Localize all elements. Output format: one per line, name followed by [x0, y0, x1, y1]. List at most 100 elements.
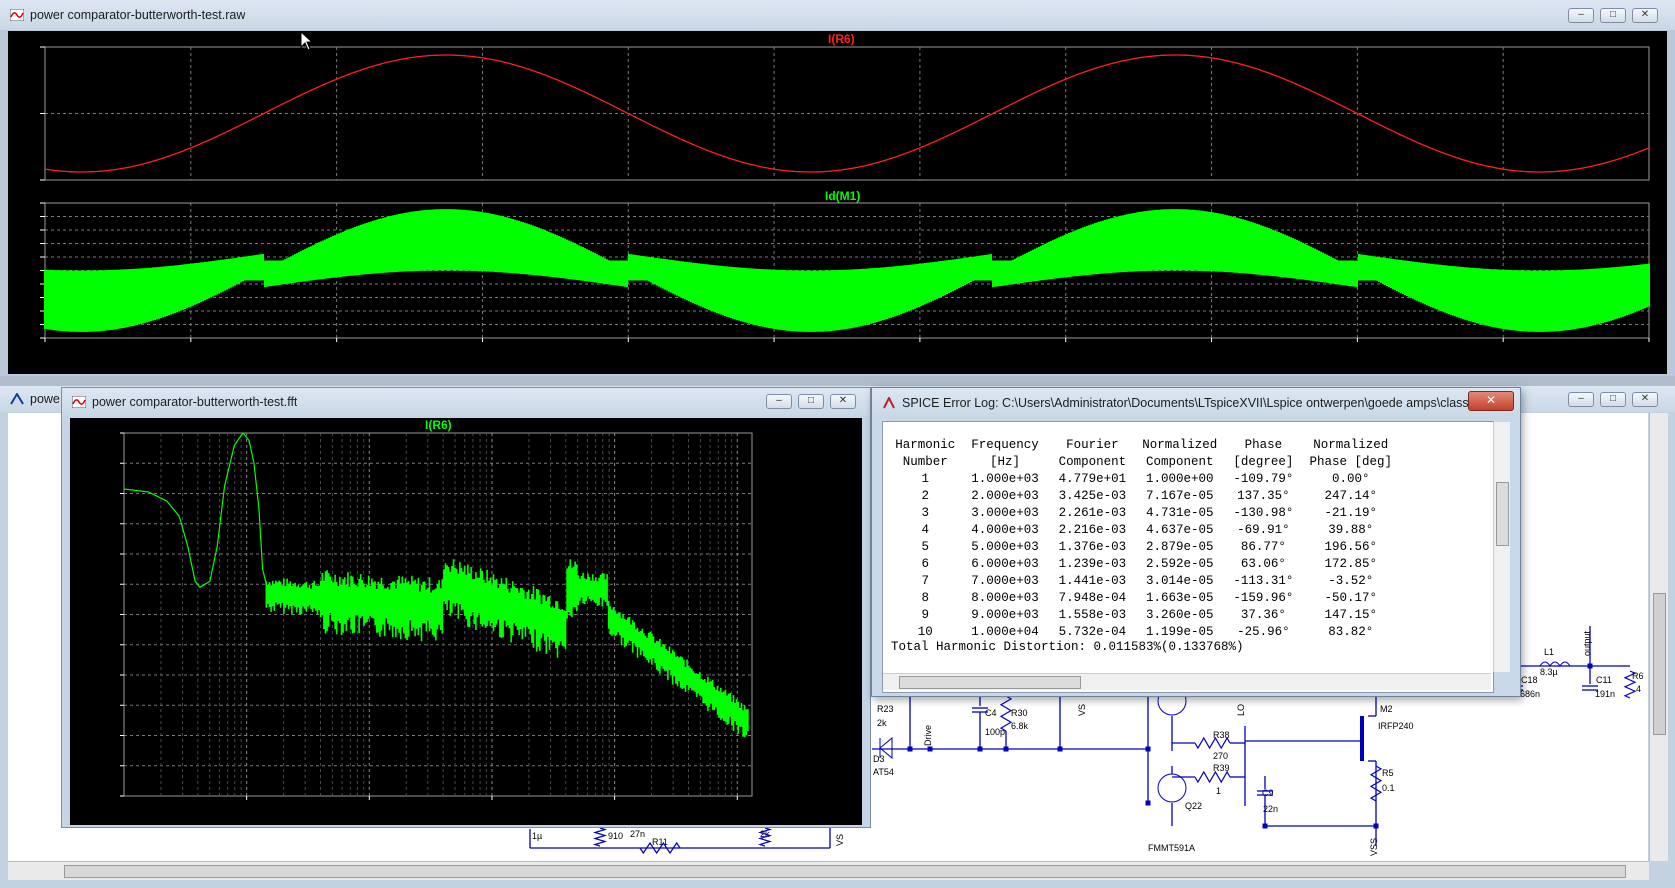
harmonics-header-row-1: Harmonic Frequency Fourier Normalized Phase N…	[891, 436, 1400, 453]
resistor	[999, 695, 1013, 732]
table-cell: [degree]	[1233, 454, 1294, 469]
harmonics-table: Harmonic Frequency Fourier Normalized Phase N…	[891, 436, 1400, 640]
pane1-ytick-label: 1A	[23, 106, 38, 121]
table-cell: 8.000e+03	[971, 590, 1039, 605]
pane2-ytick-label: -9A	[19, 304, 38, 318]
idm1-trace	[44, 209, 1650, 332]
junction	[927, 746, 933, 752]
error-log-vscroll-thumb[interactable]	[1496, 482, 1509, 546]
fft-trace-spectrum	[265, 559, 749, 738]
pane2-ytick-label: -3A	[19, 277, 38, 291]
raw-xtick-label: 4.6ms	[464, 347, 498, 361]
component-label: 4	[1636, 684, 1641, 694]
table-cell: 196.56°	[1324, 539, 1378, 554]
raw-plot-svg[interactable]	[0, 0, 1675, 376]
component-label: 1	[1216, 786, 1221, 796]
component-label: M2	[1380, 704, 1393, 714]
error-log-titlebar[interactable]: SPICE Error Log: C:\Users\Administrator\…	[872, 388, 1520, 418]
fft-xtick-label: 10KHz	[349, 801, 386, 815]
ltspice-logo-icon	[883, 397, 895, 409]
table-cell: 1.239e-03	[1058, 556, 1127, 571]
table-cell: 2	[921, 488, 929, 503]
fft-xtick-label: 10MHz	[717, 801, 756, 815]
table-cell: 3.000e+03	[971, 505, 1039, 520]
table-cell: Frequency	[971, 437, 1039, 452]
error-log-text-area[interactable]: Harmonic Frequency Fourier Normalized Phase N…	[882, 421, 1494, 693]
table-cell: -109.79°	[1233, 471, 1294, 486]
error-log-hscroll[interactable]	[883, 673, 1491, 690]
table-cell: 2.216e-03	[1058, 522, 1127, 537]
table-cell: 2.592e-05	[1146, 556, 1214, 571]
table-cell: 4	[921, 522, 929, 537]
fft-ytick-label: -100dB	[77, 607, 116, 622]
resistor	[592, 827, 608, 847]
error-log-close-button[interactable]: ✕	[1468, 391, 1514, 411]
table-cell: 7.000e+03	[971, 573, 1039, 588]
table-cell: 2.000e+03	[971, 488, 1039, 503]
component-label: D3	[873, 754, 885, 764]
raw-xtick-label: 4.8ms	[610, 347, 643, 361]
component-label: 686n	[1520, 689, 1540, 699]
error-log-hscroll-thumb[interactable]	[899, 676, 1081, 689]
table-cell: Phase	[1244, 437, 1283, 452]
table-cell: 1.663e-05	[1146, 590, 1214, 605]
fft-ytick-label: -120dB	[77, 637, 116, 652]
table-cell: Component	[1146, 454, 1214, 469]
transistor-q22	[1157, 773, 1187, 803]
table-cell: 3.260e-05	[1146, 607, 1214, 622]
raw-xtick-label: 5.0ms	[756, 347, 789, 361]
pane2-ytick-label: -15A	[12, 331, 38, 345]
table-cell: Harmonic	[895, 437, 956, 452]
trace-label-idm1[interactable]: Id(M1)	[825, 189, 860, 203]
junction	[1262, 823, 1268, 829]
fft-window[interactable]: power comparator-butterworth-test.fft – …	[61, 387, 871, 828]
pane2-ytick-label: 0A	[23, 263, 38, 278]
component-label: 270	[1213, 751, 1228, 761]
table-cell: 1.441e-03	[1058, 573, 1127, 588]
component-label: 910	[608, 831, 623, 841]
table-cell: 63.06°	[1240, 556, 1286, 571]
raw-xtick-label: 6.0ms	[1485, 347, 1518, 361]
table-cell: 4.637e-05	[1146, 522, 1214, 537]
table-cell: [Hz]	[989, 454, 1020, 469]
raw-waveform-window[interactable]: power comparator-butterworth-test.raw – …	[0, 0, 1675, 376]
component-label: 6.8k	[1011, 721, 1029, 731]
component-label: VSS	[1369, 838, 1379, 856]
raw-xtick-label: 6.2ms	[1614, 347, 1647, 361]
table-cell: Normalized	[1142, 437, 1218, 452]
component-label: R6	[1632, 671, 1644, 681]
fft-trace-lowfreq	[123, 432, 267, 589]
component-label: Drive	[923, 725, 933, 746]
fft-trace-label[interactable]: I(R6)	[425, 418, 452, 432]
table-cell: 5.000e+03	[971, 539, 1039, 554]
fft-ytick-label: -40dB	[83, 516, 116, 531]
table-cell: -3.52°	[1328, 573, 1374, 588]
table-cell: 6.000e+03	[971, 556, 1039, 571]
fft-ytick-label: -20dB	[83, 486, 116, 501]
component-label: 191n	[1595, 689, 1615, 699]
fft-ytick-label: 20dB	[87, 426, 116, 440]
fft-plot-svg[interactable]	[62, 388, 872, 829]
fft-ytick-label: -80dB	[83, 577, 116, 592]
fft-ytick-label: 0dB	[94, 456, 116, 471]
harmonics-header-row-2: Number [Hz] Component Component [degree] Phas…	[891, 453, 1400, 470]
table-cell: 5	[921, 539, 929, 554]
component-label: AT54	[873, 767, 894, 777]
junction	[1145, 800, 1151, 806]
pane2-ytick-label: 15A	[16, 196, 38, 210]
mosfet-gate	[1360, 716, 1364, 761]
error-log-vscroll[interactable]	[1493, 422, 1510, 672]
error-log-title: SPICE Error Log: C:\Users\Administrator\…	[902, 396, 1492, 410]
table-cell: -130.98°	[1233, 505, 1294, 520]
raw-xtick-label: 4.4ms	[318, 347, 352, 361]
component-label: C18	[1521, 675, 1538, 685]
pane2-ytick-label: 9A	[23, 223, 38, 237]
table-cell: 7.948e-04	[1058, 590, 1127, 605]
table-cell: 4.779e+01	[1058, 471, 1127, 486]
component-label: C11	[1596, 675, 1612, 685]
trace-label-ir6[interactable]: I(R6)	[828, 32, 855, 46]
table-cell: 4.731e-05	[1146, 505, 1214, 520]
table-row: 10 1.000e+04 5.732e-04 1.199e-05 -25.96° 83.8…	[891, 623, 1400, 640]
spice-error-log-window[interactable]: SPICE Error Log: C:\Users\Administrator\…	[871, 387, 1521, 697]
pane2-ytick-label: -6A	[19, 290, 38, 305]
